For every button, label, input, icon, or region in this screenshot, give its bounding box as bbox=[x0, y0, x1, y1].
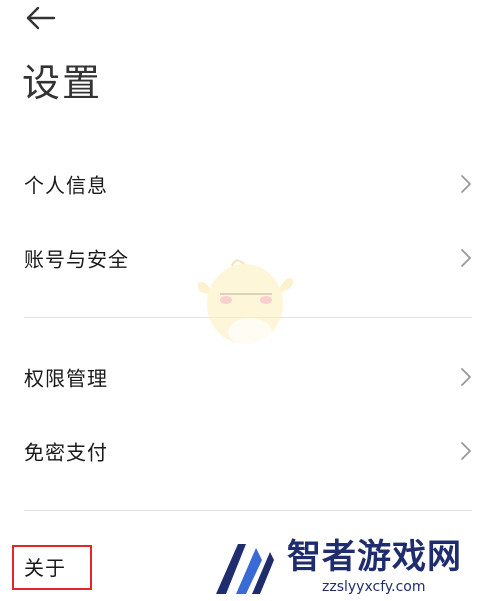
chevron-right-icon bbox=[461, 175, 471, 193]
page-title: 设置 bbox=[22, 61, 103, 105]
menu-item-personal-info[interactable]: 个人信息 bbox=[0, 154, 491, 214]
section-divider bbox=[24, 510, 472, 511]
chevron-right-icon bbox=[461, 442, 471, 460]
watermark-logo-icon bbox=[216, 544, 274, 594]
back-arrow-icon bbox=[26, 6, 56, 30]
menu-item-label: 免密支付 bbox=[24, 440, 108, 465]
menu-item-label: 账号与安全 bbox=[24, 247, 129, 272]
back-button[interactable] bbox=[22, 4, 58, 32]
menu-item-label: 个人信息 bbox=[24, 173, 108, 198]
watermark-site-name: 智者游戏网 bbox=[287, 537, 462, 577]
mascot-watermark bbox=[197, 259, 294, 346]
menu-item-permission-management[interactable]: 权限管理 bbox=[0, 347, 491, 407]
chevron-right-icon bbox=[461, 368, 471, 386]
menu-item-label: 权限管理 bbox=[24, 366, 108, 391]
watermark-site-url: zzslyyxcfy.com bbox=[322, 579, 426, 595]
menu-item-password-free-payment[interactable]: 免密支付 bbox=[0, 421, 491, 481]
highlight-box bbox=[12, 545, 92, 590]
chevron-right-icon bbox=[461, 249, 471, 267]
